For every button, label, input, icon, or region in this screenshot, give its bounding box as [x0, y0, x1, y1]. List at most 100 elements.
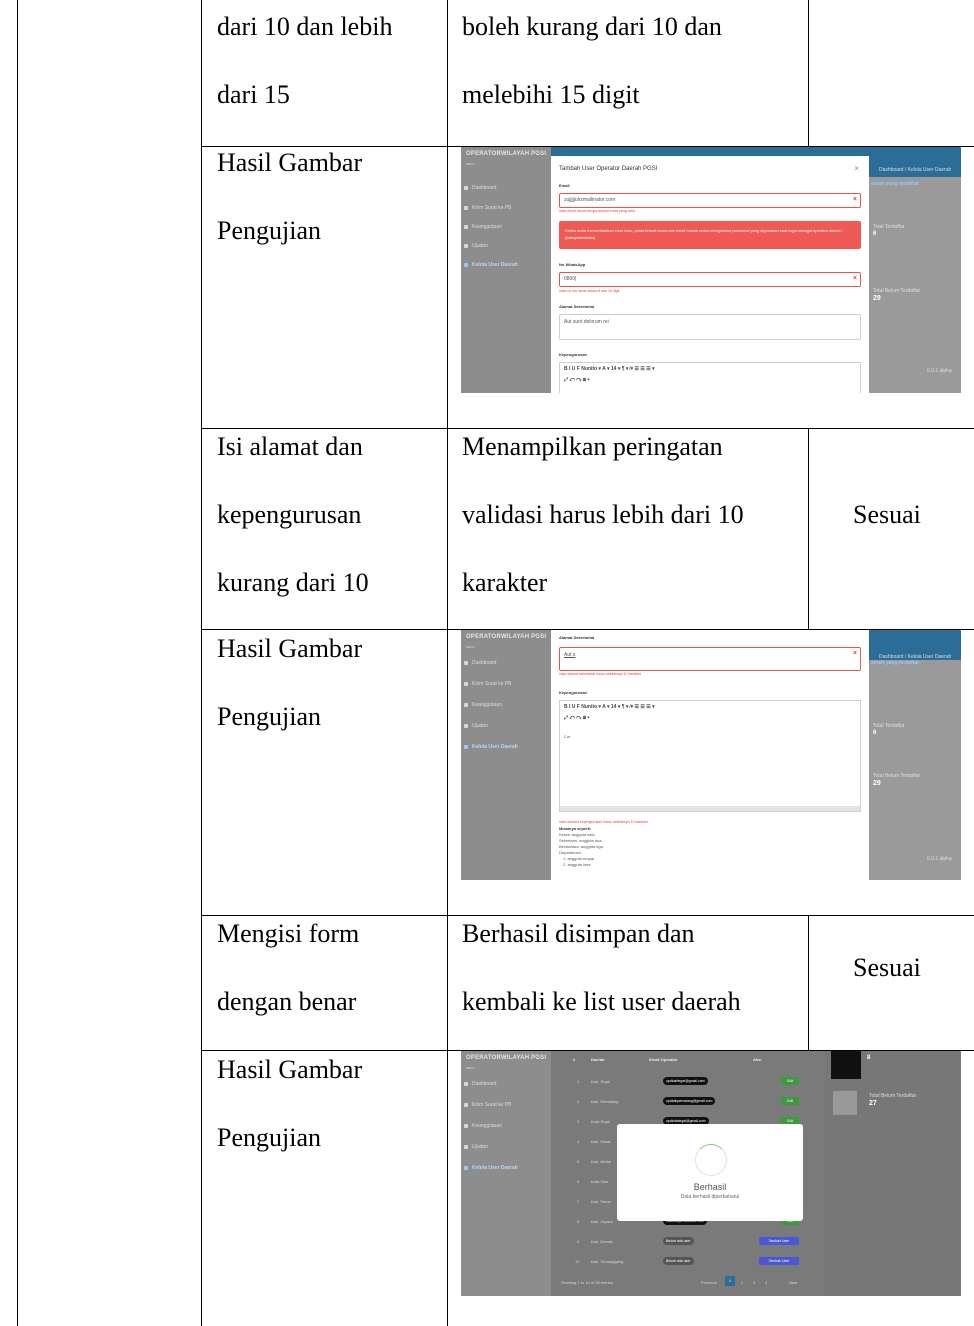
dashboard-icon: [464, 1082, 468, 1086]
pagination-page[interactable]: 4: [765, 1280, 767, 1285]
rich-text-editor[interactable]: B I U F Nunito ▾ A ▾ 14 ▾ ¶ ▾ ⁄▾ ☰ ☰ ☰ ▾…: [559, 362, 861, 393]
result-image-label: Pengujian: [217, 1123, 321, 1152]
row-daerah: Kab. Jepara: [591, 1219, 613, 1224]
users-icon: [464, 225, 468, 229]
right-panel: [861, 177, 961, 393]
alamat-textarea-value: Aut sunt dolorum rei: [564, 319, 609, 325]
info-alert-text: Ketika anda menambahkan User baru, pihak…: [565, 228, 842, 240]
mail-icon: [464, 682, 468, 686]
row-number: 3: [577, 1119, 580, 1124]
screenshot-success-list: OPERATORWILAYAH PGSI MENU Dashboard Kiri…: [461, 1051, 961, 1296]
info-alert: Ketika anda menambahkan User baru, pihak…: [559, 221, 861, 249]
app-version: 0.0.1 alpha: [927, 856, 952, 862]
result-image-label: Hasil Gambar: [217, 148, 363, 177]
sidebar-item-ujudan: Ujudan: [472, 723, 488, 729]
row-number: 9: [577, 1239, 580, 1244]
column-divider-3: [808, 915, 809, 1050]
user-group-icon: [464, 1166, 468, 1170]
pagination-page[interactable]: 2: [741, 1280, 743, 1285]
row-number: 7: [577, 1199, 580, 1204]
mail-icon: [464, 1103, 468, 1107]
alamat-textarea[interactable]: Aut sunt dolorum rei: [559, 314, 861, 340]
pagination-next[interactable]: Next: [789, 1280, 797, 1285]
bookmark-filled-icon: [831, 1051, 861, 1079]
test-case-text: Mengisi form: [217, 919, 360, 948]
editor-content: Cor: [564, 734, 571, 739]
test-case-text: Isi alamat dan: [217, 432, 363, 461]
close-icon[interactable]: ×: [854, 164, 859, 173]
total-terdaftar-label: Total Terdaftar: [873, 224, 905, 230]
expected-result-text: karakter: [462, 568, 548, 597]
menu-label: MENU: [466, 1066, 475, 1070]
dashboard-icon: [464, 186, 468, 190]
row-daerah: Kab. Brebe: [591, 1159, 612, 1164]
editor-toolbar[interactable]: B I U F Nunito ▾ A ▾ 14 ▾ ¶ ▾ ⁄▾ ☰ ☰ ☰ ▾: [564, 704, 655, 710]
card-label: Total Belum Terdaftar: [869, 1093, 917, 1099]
whatsapp-field-value: 0800|: [564, 276, 577, 282]
add-user-modal: Alamat Sekretariat Aut s × Isian alamat …: [551, 630, 869, 880]
row-daerah: Kab. Pekal: [591, 1139, 611, 1144]
expected-result-text: melebihi 15 digit: [462, 80, 640, 109]
kepengurusan-label: Kepengurusan: [559, 690, 588, 695]
users-icon: [464, 703, 468, 707]
total-belum-label: Total Belum Terdaftar: [873, 288, 921, 294]
email-field-value: zujjjjjuhzmailinator.com: [564, 197, 616, 203]
row-number: 6: [577, 1179, 580, 1184]
app-sidebar: OPERATORWILAYAH PGSI MENU Dashboard Kiri…: [461, 1051, 551, 1296]
row-daerah: Kab. Demak: [591, 1239, 614, 1244]
pagination-previous[interactable]: Previous: [701, 1280, 717, 1285]
showing-entries: Showing 1 to 10 of 35 entries: [561, 1280, 613, 1285]
row-number: 4: [577, 1139, 580, 1144]
exam-icon: [464, 1145, 468, 1149]
pagination-page[interactable]: 1: [725, 1276, 735, 1286]
expected-result-text: Menampilkan peringatan: [462, 432, 723, 461]
sidebar-item-kelola-user: Kelola User Daerah: [472, 1165, 518, 1171]
sidebar-item-keanggotaan: Keanggotaan: [472, 702, 502, 708]
edit-button[interactable]: Edit: [781, 1077, 799, 1085]
kepengurusan-error: Isian struktur kepengurusan harus setida…: [559, 820, 649, 824]
example-line: Departemen: [559, 850, 582, 855]
alamat-textarea[interactable]: Aut s ×: [559, 647, 861, 671]
test-case-text: dengan benar: [217, 987, 357, 1016]
total-terdaftar-value: 6: [873, 730, 877, 736]
sidebar-item-ujudan: Ujudan: [472, 243, 488, 249]
row-daerah: Kab. Seme: [591, 1199, 611, 1204]
alamat-error: Isian alamat sekretariat harus setidakny…: [559, 672, 642, 676]
total-terdaftar-value: 6: [873, 231, 877, 237]
success-title: Berhasil: [693, 1182, 727, 1192]
expected-result-text: kembali ke list user daerah: [462, 987, 741, 1016]
example-line: 2. anggota lima: [563, 862, 591, 867]
add-user-button[interactable]: Tambah User: [759, 1257, 799, 1265]
editor-resize-bar[interactable]: [560, 806, 860, 811]
menu-label: MENU: [466, 645, 475, 649]
sidebar-item-keanggotaan: Keanggotaan: [472, 224, 502, 230]
rich-text-editor[interactable]: B I U F Nunito ▾ A ▾ 14 ▾ ¶ ▾ ⁄▾ ☰ ☰ ☰ ▾…: [559, 700, 861, 812]
user-group-icon: [464, 745, 468, 749]
menu-label: MENU: [466, 162, 475, 166]
sidebar-item-keanggotaan: Keanggotaan: [472, 1123, 502, 1129]
email-field[interactable]: zujjjjjuhzmailinator.com ×: [559, 193, 861, 208]
column-divider-3: [808, 428, 809, 629]
editor-toolbar-row2[interactable]: ⤢ ↶ ↷ ⊞ ▾: [564, 377, 590, 383]
wa-label: No WhatsApp: [559, 262, 586, 267]
total-belum-value: 29: [873, 780, 881, 787]
operator-email-badge: opdkabpemalang@gmail.com: [663, 1097, 716, 1105]
table-header: Email Operator: [649, 1057, 678, 1062]
pagination-page[interactable]: 3: [753, 1280, 755, 1285]
result-image-label: Pengujian: [217, 702, 321, 731]
editor-toolbar-row2[interactable]: ⤢ ↶ ↷ ⊞ ▾: [564, 715, 590, 721]
add-user-button[interactable]: Tambah User: [759, 1237, 799, 1245]
panel-title: aerah yang terdaftar: [871, 660, 920, 666]
result-image-label: Hasil Gambar: [217, 1055, 363, 1084]
whatsapp-field[interactable]: 0800| ×: [559, 272, 861, 287]
editor-toolbar[interactable]: B I U F Nunito ▾ A ▾ 14 ▾ ¶ ▾ ⁄▾ ☰ ☰ ☰ ▾: [564, 366, 655, 372]
example-line: Bendahara: anggota tiga: [559, 844, 603, 849]
test-case-text: kurang dari 10: [217, 568, 369, 597]
edit-button[interactable]: Edit: [781, 1097, 799, 1105]
row-number: 8: [577, 1219, 580, 1224]
row-daerah: Kota Sala: [591, 1179, 609, 1184]
right-panel: [861, 660, 961, 880]
table-header: #: [573, 1057, 576, 1062]
table-header: Daerah: [591, 1057, 605, 1062]
sidebar-item-kirim-surat: Kirim Surat ke PB: [472, 681, 512, 687]
